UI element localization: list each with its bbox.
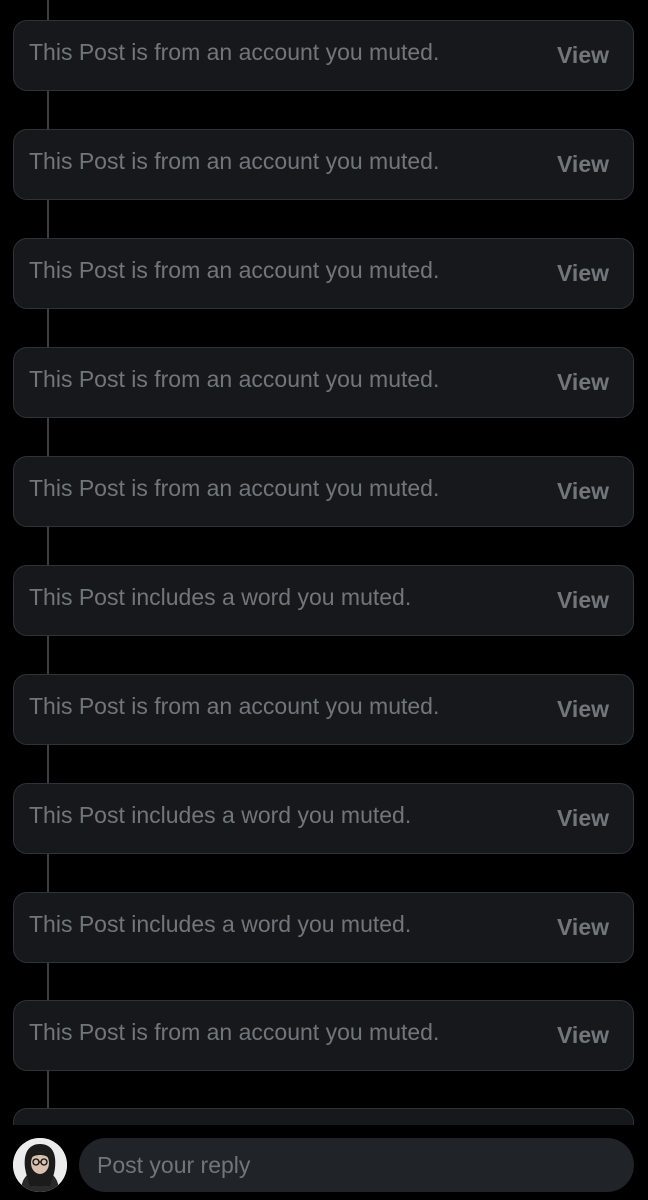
user-avatar-icon[interactable] [13, 1138, 67, 1192]
muted-post-card: This Post includes a word you muted. Vie… [13, 565, 634, 636]
muted-post-card: This Post is from an account you muted. … [13, 238, 634, 309]
muted-post-message: This Post is from an account you muted. [29, 475, 440, 501]
view-muted-post-button[interactable]: View [557, 914, 609, 941]
view-muted-post-button[interactable]: View [557, 1022, 609, 1049]
muted-post-card: This Post is from an account you muted. … [13, 20, 634, 91]
muted-post-card: This Post is from an account you muted. … [13, 1000, 634, 1071]
muted-post-message: This Post is from an account you muted. [29, 1019, 440, 1045]
view-muted-post-button[interactable]: View [557, 805, 609, 832]
muted-post-message: This Post is from an account you muted. [29, 148, 440, 174]
view-muted-post-button[interactable]: View [557, 260, 609, 287]
muted-post-card: This Post is from an account you muted. … [13, 347, 634, 418]
view-muted-post-button[interactable]: View [557, 42, 609, 69]
muted-post-message: This Post is from an account you muted. [29, 39, 440, 65]
reply-composer-bar [0, 1125, 648, 1200]
view-muted-post-button[interactable]: View [557, 151, 609, 178]
view-muted-post-button[interactable]: View [557, 478, 609, 505]
muted-post-card: This Post includes a word you muted. Vie… [13, 892, 634, 963]
muted-post-message: This Post is from an account you muted. [29, 366, 440, 392]
view-muted-post-button[interactable]: View [557, 587, 609, 614]
muted-post-message: This Post includes a word you muted. [29, 802, 412, 828]
muted-post-card: This Post is from an account you muted. … [13, 129, 634, 200]
muted-post-message: This Post includes a word you muted. [29, 911, 412, 937]
muted-post-card: This Post includes a word you muted. Vie… [13, 783, 634, 854]
muted-post-message: This Post is from an account you muted. [29, 693, 440, 719]
muted-post-message: This Post is from an account you muted. [29, 257, 440, 283]
muted-post-card: This Post is from an account you muted. … [13, 674, 634, 745]
view-muted-post-button[interactable]: View [557, 369, 609, 396]
muted-post-card: This Post is from an account you muted. … [13, 456, 634, 527]
view-muted-post-button[interactable]: View [557, 696, 609, 723]
muted-post-message: This Post includes a word you muted. [29, 584, 412, 610]
reply-input[interactable] [79, 1138, 634, 1192]
